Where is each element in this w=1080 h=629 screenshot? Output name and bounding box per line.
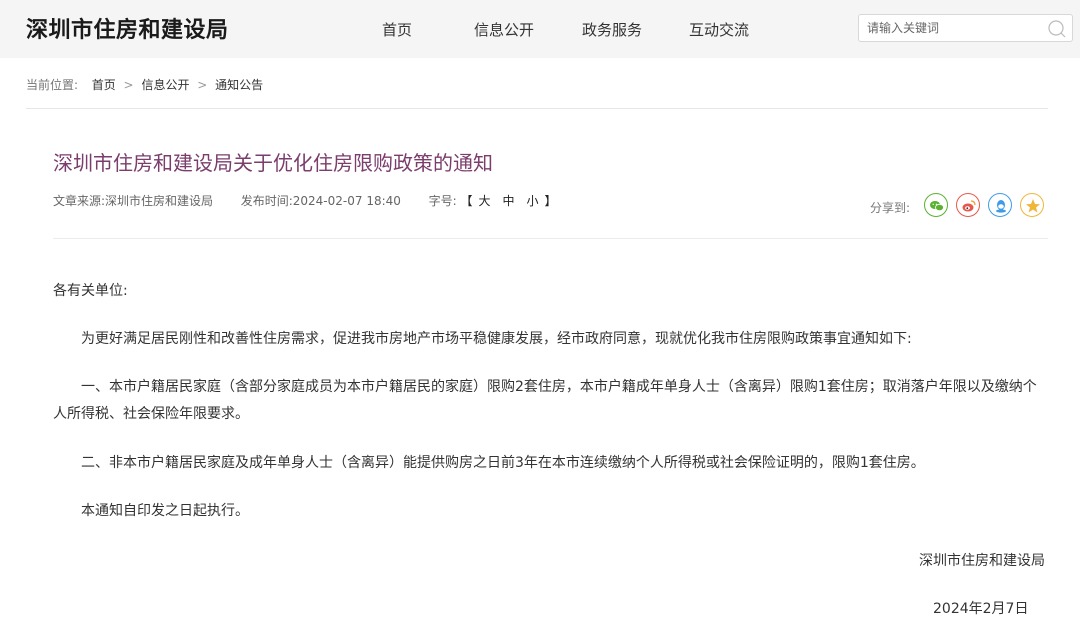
breadcrumb-home[interactable]: 首页 xyxy=(92,78,116,92)
paragraph-effective: 本通知自印发之日起执行。 xyxy=(81,503,249,519)
search-icon[interactable] xyxy=(1047,19,1067,39)
nav-item-interaction[interactable]: 互动交流 xyxy=(689,19,749,40)
font-size-small-button[interactable]: 小 xyxy=(526,194,538,208)
wechat-icon[interactable] xyxy=(924,193,948,217)
search-input[interactable] xyxy=(867,19,1037,37)
nav-item-home[interactable]: 首页 xyxy=(382,19,412,40)
paragraph-intro: 为更好满足居民刚性和改善性住房需求，促进我市房地产市场平稳健康发展，经市政府同意… xyxy=(81,331,912,347)
divider xyxy=(53,238,1048,239)
breadcrumb-notices[interactable]: 通知公告 xyxy=(215,78,263,92)
time-label: 发布时间: xyxy=(240,194,293,208)
breadcrumb-info-disclosure[interactable]: 信息公开 xyxy=(141,78,189,92)
sign-date: 2024年2月7日 xyxy=(933,601,1029,617)
search-box xyxy=(858,14,1073,42)
signature: 深圳市住房和建设局 xyxy=(919,553,1045,569)
breadcrumb: 当前位置: 首页 > 信息公开 > 通知公告 xyxy=(26,76,263,93)
qzone-icon[interactable] xyxy=(1020,193,1044,217)
breadcrumb-separator: > xyxy=(197,78,208,92)
font-size-large-button[interactable]: 大 xyxy=(478,194,490,208)
divider xyxy=(26,108,1048,109)
breadcrumb-separator: > xyxy=(123,78,134,92)
breadcrumb-label: 当前位置: xyxy=(26,78,79,92)
source-label: 文章来源: xyxy=(53,194,106,208)
site-title[interactable]: 深圳市住房和建设局 xyxy=(26,12,229,44)
weibo-icon[interactable] xyxy=(956,193,980,217)
article-title: 深圳市住房和建设局关于优化住房限购政策的通知 xyxy=(53,151,493,175)
paragraph-item-2: 二、非本市户籍居民家庭及成年单身人士（含离异）能提供购房之日前3年在本市连续缴纳… xyxy=(81,455,925,471)
nav-item-government-services[interactable]: 政务服务 xyxy=(582,19,642,40)
nav-item-info-disclosure[interactable]: 信息公开 xyxy=(474,19,534,40)
article-meta: 文章来源:深圳市住房和建设局 发布时间:2024-02-07 18:40 字号:… xyxy=(53,192,557,209)
salutation: 各有关单位: xyxy=(53,283,128,299)
font-size-medium-button[interactable]: 中 xyxy=(502,194,514,208)
article-source: 深圳市住房和建设局 xyxy=(105,194,214,208)
bracket-open: 【 xyxy=(460,194,473,208)
share-label: 分享到: xyxy=(870,201,911,215)
bracket-close: 】 xyxy=(544,194,557,208)
font-size-label: 字号: xyxy=(428,194,457,208)
qq-icon[interactable] xyxy=(988,193,1012,217)
publish-time: 2024-02-07 18:40 xyxy=(292,194,401,208)
paragraph-item-1: 一、本市户籍居民家庭（含部分家庭成员为本市户籍居民的家庭）限购2套住房，本市户籍… xyxy=(53,379,1037,422)
site-header: 深圳市住房和建设局 首页 信息公开 政务服务 互动交流 xyxy=(0,0,1080,58)
